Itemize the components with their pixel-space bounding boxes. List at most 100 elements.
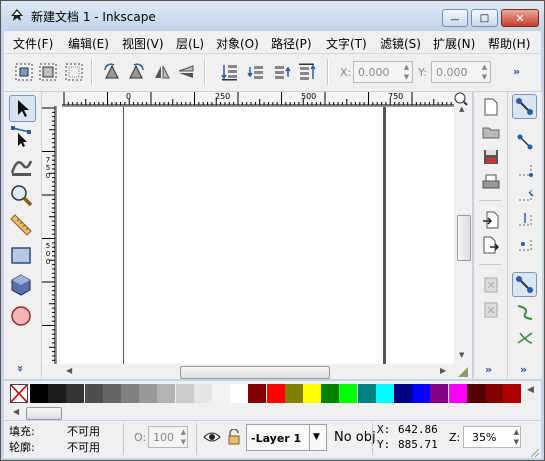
vertical-ruler[interactable]: 750 500 — [42, 106, 57, 364]
menu-layer[interactable]: 层(L) — [176, 35, 204, 52]
maximize-button[interactable]: □ — [471, 9, 498, 27]
flip-horizontal-icon[interactable] — [152, 62, 172, 82]
menu-edit[interactable]: 编辑(E) — [68, 35, 109, 52]
layer-dropdown-button[interactable]: ▼ — [309, 425, 326, 450]
color-swatch[interactable] — [466, 384, 485, 403]
snap-paths-icon[interactable] — [515, 302, 535, 322]
color-swatch[interactable] — [193, 384, 212, 403]
drawing-canvas[interactable] — [57, 107, 454, 364]
zoom-tool[interactable] — [9, 183, 36, 210]
horizontal-ruler[interactable]: 0 250 500 750 — [62, 92, 454, 107]
snap-nodes-button[interactable] — [512, 272, 537, 297]
snap-bbox-centers-icon[interactable] — [515, 234, 535, 254]
zoom-down-icon[interactable]: ▼ — [514, 438, 519, 446]
snap-bbox-edges-icon[interactable] — [515, 159, 535, 179]
color-swatch[interactable] — [248, 384, 267, 403]
color-swatch[interactable] — [448, 384, 467, 403]
color-swatch[interactable] — [339, 384, 358, 403]
color-swatch[interactable] — [48, 384, 67, 403]
select-all-layers-icon[interactable] — [38, 62, 58, 82]
scroll-right-icon[interactable]: ▶ — [440, 366, 446, 375]
menu-filters[interactable]: 滤镜(S) — [380, 35, 421, 52]
vertical-scroll-thumb[interactable] — [457, 215, 471, 261]
x-spinbox[interactable]: 0.000 ▲ ▼ — [353, 61, 413, 83]
color-swatch[interactable] — [84, 384, 103, 403]
color-swatch[interactable] — [430, 384, 449, 403]
redo-disabled-icon[interactable] — [481, 300, 501, 320]
color-swatch[interactable] — [139, 384, 158, 403]
raise-to-top-icon[interactable] — [297, 62, 317, 82]
color-swatch[interactable] — [485, 384, 503, 403]
save-icon[interactable] — [481, 147, 501, 167]
zoom-up-icon[interactable]: ▲ — [514, 428, 519, 436]
opacity-down-icon[interactable]: ▼ — [181, 438, 186, 446]
color-swatch[interactable] — [303, 384, 321, 403]
palette-scroll-left-icon[interactable]: ◀ — [13, 407, 19, 416]
enable-snapping-button[interactable] — [512, 94, 537, 119]
color-swatch[interactable] — [357, 384, 376, 403]
scroll-up-icon[interactable]: ▲ — [459, 105, 464, 113]
menu-object[interactable]: 对象(O) — [216, 35, 259, 52]
rotate-cw-icon[interactable] — [126, 62, 146, 82]
zoom-spinbox[interactable]: 35% ▲ ▼ — [463, 426, 521, 448]
new-document-icon[interactable] — [481, 97, 501, 117]
flip-vertical-icon[interactable] — [176, 62, 196, 82]
color-swatch[interactable] — [30, 384, 48, 403]
opacity-up-icon[interactable]: ▲ — [181, 428, 186, 436]
ellipse-tool[interactable] — [9, 303, 36, 330]
scroll-left-icon[interactable]: ◀ — [66, 366, 72, 375]
color-swatch[interactable] — [230, 384, 249, 403]
color-swatch[interactable] — [412, 384, 431, 403]
rectangle-tool[interactable] — [9, 243, 36, 270]
menu-help[interactable]: 帮助(H) — [488, 35, 530, 52]
color-swatch[interactable] — [157, 384, 176, 403]
color-swatch[interactable] — [394, 384, 412, 403]
zoom-fit-button[interactable] — [453, 92, 472, 106]
color-swatch[interactable] — [175, 384, 194, 403]
select-all-icon[interactable] — [14, 62, 34, 82]
export-icon[interactable] — [481, 235, 501, 255]
snap-more-button[interactable]: » — [520, 363, 527, 376]
menu-file[interactable]: 文件(F) — [13, 35, 53, 52]
snap-bbox-midpoints-icon[interactable] — [515, 209, 535, 229]
node-tool[interactable] — [9, 124, 36, 151]
rotate-ccw-icon[interactable] — [102, 62, 122, 82]
commands-more-button[interactable]: » — [485, 363, 492, 376]
tweak-tool[interactable] — [9, 153, 36, 180]
palette-scroll-thumb[interactable] — [26, 407, 62, 420]
undo-disabled-icon[interactable] — [481, 275, 501, 295]
raise-icon[interactable] — [272, 62, 292, 82]
y-spinbox[interactable]: 0.000 ▲ ▼ — [431, 61, 491, 83]
color-swatch[interactable] — [121, 384, 139, 403]
open-folder-icon[interactable] — [481, 122, 501, 142]
close-button[interactable]: ✕ — [501, 9, 539, 27]
lower-to-bottom-icon[interactable] — [220, 62, 240, 82]
menu-view[interactable]: 视图(V) — [122, 35, 164, 52]
controls-more-button[interactable]: » — [513, 65, 520, 78]
padlock-unlocked-icon[interactable] — [227, 429, 241, 445]
menu-text[interactable]: 文字(T) — [326, 35, 367, 52]
import-icon[interactable] — [481, 210, 501, 230]
opacity-spinbox[interactable]: 100 ▲ ▼ — [148, 426, 188, 448]
x-spin-up-icon[interactable]: ▲ — [402, 63, 411, 72]
color-swatch[interactable] — [212, 384, 230, 403]
scroll-down-icon[interactable]: ▼ — [459, 351, 464, 359]
deselect-icon[interactable] — [64, 62, 84, 82]
color-swatch[interactable] — [66, 384, 85, 403]
horizontal-scrollbar[interactable]: ◀ ▶ — [57, 364, 454, 379]
menu-path[interactable]: 路径(P) — [271, 35, 312, 52]
toolbox-more-button[interactable]: » — [14, 365, 27, 372]
y-spin-up-icon[interactable]: ▲ — [480, 63, 489, 72]
no-paint-swatch[interactable] — [10, 384, 28, 403]
palette-menu-icon[interactable]: ◀ — [527, 385, 534, 395]
menu-extensions[interactable]: 扩展(N) — [433, 35, 475, 52]
color-swatch[interactable] — [375, 384, 394, 403]
palette-scrollbar[interactable]: ◀ — [4, 406, 541, 420]
selector-tool[interactable] — [9, 95, 36, 122]
minimize-button[interactable]: — — [442, 9, 468, 27]
3d-box-tool[interactable] — [9, 273, 36, 300]
horizontal-scroll-thumb[interactable] — [180, 366, 330, 379]
lower-icon[interactable] — [246, 62, 266, 82]
print-icon[interactable] — [481, 172, 501, 192]
y-spin-down-icon[interactable]: ▼ — [480, 73, 489, 82]
